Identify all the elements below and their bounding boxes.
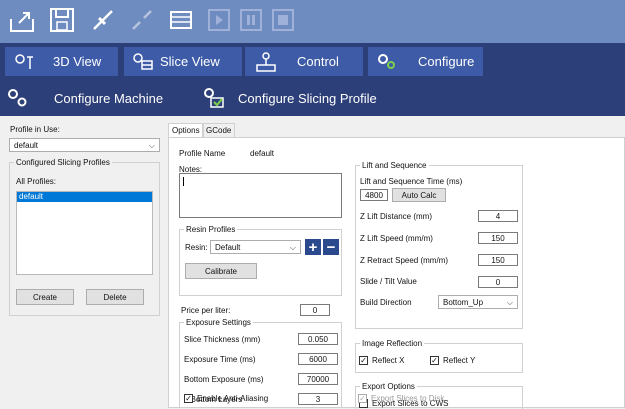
create-button[interactable]: Create — [16, 289, 74, 305]
tab-label: Slice View — [160, 54, 220, 69]
anti-aliasing-label: Enable Anti-Aliasing — [197, 394, 269, 403]
build-direction-label: Build Direction — [360, 298, 412, 307]
z-lift-speed-label: Z Lift Speed (mm/m) — [360, 234, 433, 243]
image-reflection-group: Image Reflection ✓ Reflect X ✓ Reflect Y — [355, 339, 523, 373]
z-lift-distance-input[interactable]: 4 — [478, 210, 518, 222]
lift-time-label: Lift and Sequence Time (ms) — [360, 177, 463, 186]
tab-control[interactable]: Control — [245, 47, 363, 76]
price-input[interactable]: 0 — [300, 304, 330, 316]
options-tabcontrol: Options GCode Profile Name default Notes… — [168, 123, 625, 409]
auto-calc-button[interactable]: Auto Calc — [392, 188, 446, 202]
view-tabbar: 3D View Slice View Control Configure — [0, 43, 625, 80]
group-title: Exposure Settings — [184, 318, 253, 327]
resin-select[interactable]: Default ⌵ — [210, 240, 301, 254]
profile-in-use-select[interactable]: default ⌵ — [9, 138, 160, 152]
tab-label: Configure Slicing Profile — [238, 90, 377, 106]
gear-check-icon — [202, 87, 226, 109]
tab-gcode[interactable]: GCode — [202, 123, 236, 137]
bottom-exposure-label: Bottom Exposure (ms) — [184, 375, 264, 384]
tab-slice-view[interactable]: Slice View — [124, 47, 242, 76]
joystick-icon — [253, 51, 279, 73]
z-lift-speed-input[interactable]: 150 — [478, 232, 518, 244]
calibrate-button[interactable]: Calibrate — [185, 263, 257, 279]
gears-icon — [6, 87, 30, 109]
resin-label: Resin: — [185, 243, 208, 252]
price-label: Price per liter: — [181, 306, 231, 315]
tab-label: Configure — [418, 54, 475, 69]
pause-icon[interactable] — [236, 5, 266, 35]
profile-in-use-label: Profile in Use: — [10, 125, 60, 134]
save-icon[interactable] — [47, 5, 77, 35]
build-direction-value: Bottom_Up — [443, 297, 484, 307]
export-disk-checkbox[interactable]: ✓ — [358, 394, 367, 403]
reflect-y-label: Reflect Y — [443, 356, 476, 365]
group-title: Lift and Sequence — [360, 161, 429, 170]
reflect-y-checkbox[interactable]: ✓ — [430, 356, 439, 365]
tab-3d-view[interactable]: 3D View — [5, 47, 118, 76]
chevron-down-icon: ⌵ — [148, 141, 155, 150]
build-icon[interactable] — [166, 5, 196, 35]
profile-name-value: default — [250, 149, 275, 158]
profile-in-use-value: default — [14, 140, 39, 150]
export-disk-label: Export Slices to Disk — [371, 394, 445, 403]
tab-configure[interactable]: Configure — [368, 47, 483, 76]
open-icon[interactable] — [8, 5, 38, 35]
configure-panel: Profile in Use: default ⌵ Configured Sli… — [0, 116, 625, 409]
slice-thickness-label: Slice Thickness (mm) — [184, 335, 261, 344]
play-icon[interactable] — [204, 5, 234, 35]
exposure-time-label: Exposure Time (ms) — [184, 355, 256, 364]
tab-label: 3D View — [53, 54, 102, 69]
lift-time-input[interactable]: 4800 — [360, 189, 388, 201]
z-retract-speed-input[interactable]: 150 — [478, 254, 518, 266]
bottom-exposure-input[interactable]: 70000 — [298, 373, 338, 385]
stop-icon[interactable] — [268, 5, 298, 35]
slide-tilt-input[interactable]: 0 — [478, 276, 518, 288]
tab-configure-machine[interactable]: Configure Machine — [6, 80, 176, 116]
chevron-down-icon: ⌵ — [506, 298, 513, 307]
slice-thickness-input[interactable]: 0.050 — [298, 333, 338, 345]
add-resin-button[interactable]: + — [305, 239, 321, 256]
exposure-time-input[interactable]: 6000 — [298, 353, 338, 365]
gears-icon — [376, 52, 400, 72]
3d-view-icon — [13, 53, 35, 71]
text-cursor — [183, 177, 184, 186]
resin-profiles-group: Resin Profiles Resin: Default ⌵ + − Cali… — [179, 225, 342, 296]
group-title: Configured Slicing Profiles — [14, 158, 112, 167]
reflect-x-checkbox[interactable]: ✓ — [359, 356, 368, 365]
notes-textarea[interactable] — [179, 173, 342, 218]
all-profiles-label: All Profiles: — [16, 177, 57, 186]
z-retract-speed-label: Z Retract Speed (mm/m) — [360, 256, 449, 265]
build-direction-select[interactable]: Bottom_Up ⌵ — [438, 295, 518, 309]
group-title: Export Options — [360, 382, 417, 391]
reflect-x-label: Reflect X — [372, 356, 405, 365]
profile-name-label: Profile Name — [179, 149, 226, 158]
options-page: Profile Name default Notes: Resin Profil… — [168, 137, 625, 409]
configured-profiles-group: Configured Slicing Profiles All Profiles… — [9, 158, 160, 316]
anti-aliasing-input[interactable]: 3 — [298, 393, 338, 405]
slide-tilt-label: Slide / Tilt Value — [360, 277, 417, 286]
z-lift-distance-label: Z Lift Distance (mm) — [360, 212, 433, 221]
profiles-list[interactable]: default — [16, 191, 153, 275]
list-item[interactable]: default — [17, 192, 152, 202]
disconnect-icon[interactable] — [127, 5, 157, 35]
tab-label: Configure Machine — [54, 90, 164, 106]
anti-aliasing-checkbox[interactable]: ✓ — [184, 394, 193, 403]
chevron-down-icon: ⌵ — [289, 243, 296, 252]
main-toolbar — [0, 0, 625, 43]
delete-button[interactable]: Delete — [86, 289, 144, 305]
configure-tabbar: Configure Machine Configure Slicing Prof… — [0, 80, 625, 116]
group-title: Image Reflection — [360, 339, 425, 348]
slice-view-icon — [132, 52, 154, 71]
tab-configure-slicing-profile[interactable]: Configure Slicing Profile — [202, 80, 402, 116]
remove-resin-button[interactable]: − — [323, 239, 339, 256]
lift-sequence-group: Lift and Sequence Lift and Sequence Time… — [355, 161, 523, 329]
tab-label: Control — [297, 54, 339, 69]
resin-value: Default — [215, 242, 241, 252]
tab-options[interactable]: Options — [168, 123, 204, 137]
connect-icon[interactable] — [88, 5, 118, 35]
group-title: Resin Profiles — [184, 225, 238, 234]
